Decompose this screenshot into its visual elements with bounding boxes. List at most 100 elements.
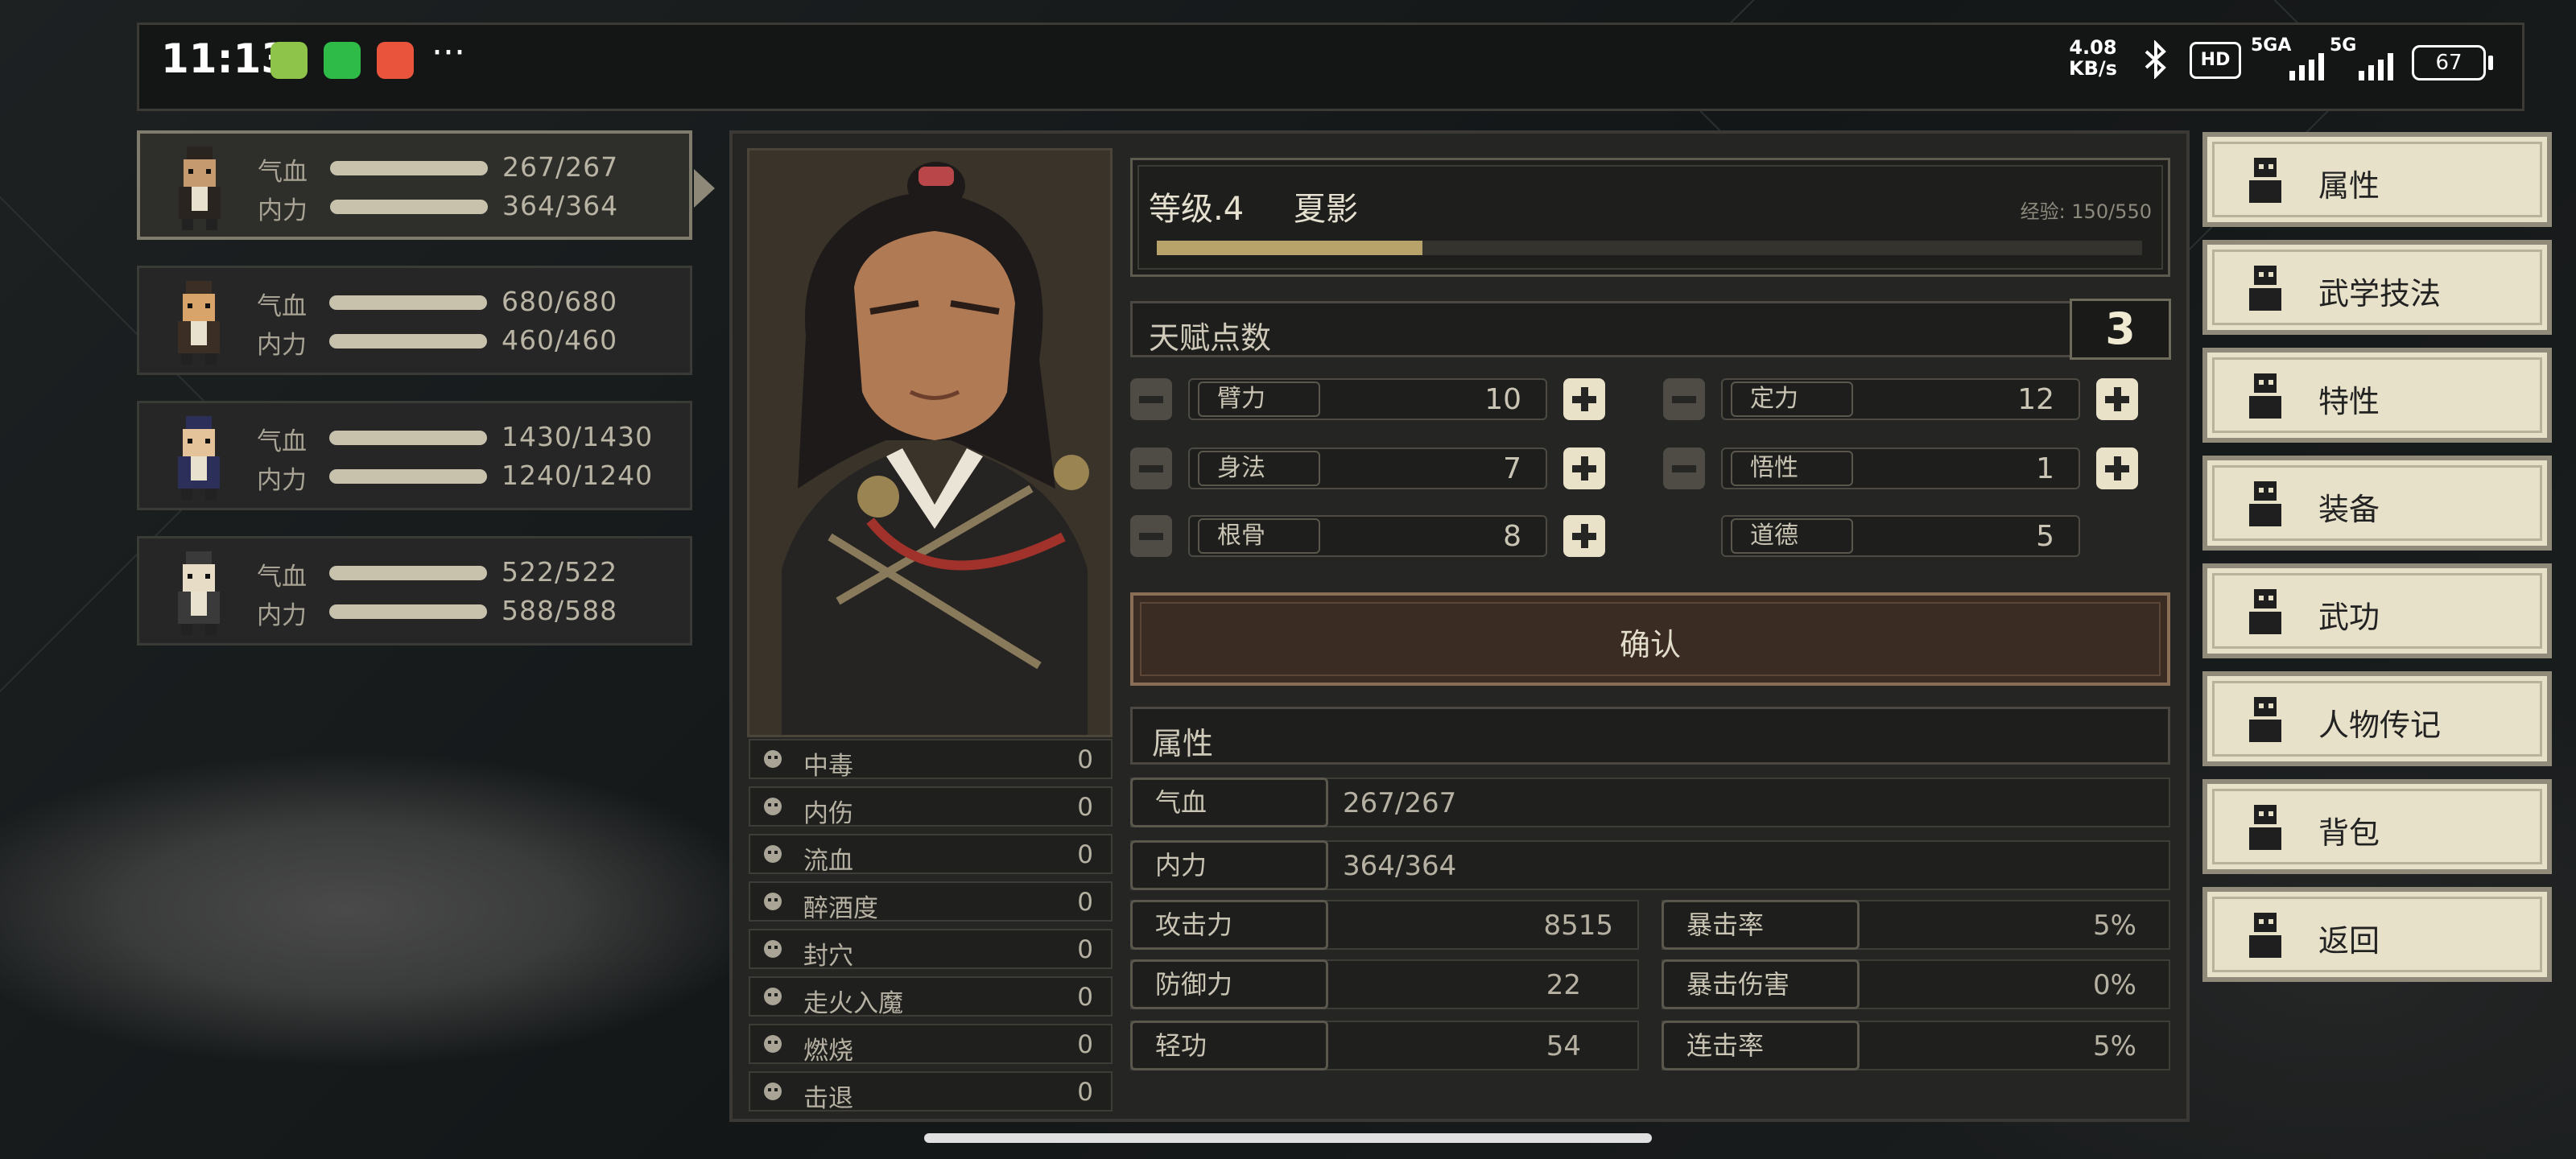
more-notifications-icon: ··· bbox=[431, 32, 465, 73]
stat-label: 暴击率 bbox=[1662, 900, 1860, 950]
attribute-field: 根骨 8 bbox=[1188, 515, 1547, 557]
party-member-avatar bbox=[178, 281, 220, 365]
party-member-card[interactable]: 气血 680/680 内力 460/460 bbox=[137, 266, 692, 375]
attribute-field: 臂力 10 bbox=[1188, 378, 1547, 420]
mp-label: 内力 bbox=[258, 196, 308, 225]
door-icon bbox=[2249, 913, 2281, 958]
bluetooth-icon bbox=[2145, 40, 2166, 79]
stat-crit-dmg-row: 暴击伤害 0% bbox=[1662, 959, 2170, 1009]
menu-button-6[interactable]: 人物传记 bbox=[2202, 671, 2552, 766]
hp-row: 气血 680/680 bbox=[257, 286, 675, 321]
menu-button-2[interactable]: 武学技法 bbox=[2202, 240, 2552, 335]
mp-value: 588/588 bbox=[502, 595, 618, 626]
character-portrait bbox=[747, 148, 1113, 737]
decrease-button[interactable] bbox=[1130, 378, 1172, 420]
party-member-avatar bbox=[178, 416, 220, 500]
mp-label: 内力 bbox=[257, 466, 307, 495]
mp-row: 内力 588/588 bbox=[257, 595, 675, 630]
stat-hp-row: 气血 267/267 bbox=[1130, 777, 2170, 827]
increase-button[interactable] bbox=[2096, 448, 2138, 489]
menu-button-3[interactable]: 特性 bbox=[2202, 348, 2552, 443]
party-member-card[interactable]: 气血 1430/1430 内力 1240/1240 bbox=[137, 401, 692, 510]
bag-icon bbox=[2249, 805, 2281, 850]
status-effect-item: 醉酒度 0 bbox=[749, 881, 1113, 923]
attribute-label: 定力 bbox=[1731, 382, 1853, 417]
home-indicator[interactable] bbox=[924, 1133, 1652, 1143]
mp-row: 内力 1240/1240 bbox=[257, 460, 675, 495]
attribute-field: 身法 7 bbox=[1188, 448, 1547, 489]
talent-points-label: 天赋点数 bbox=[1149, 320, 1272, 356]
network-speed: 4.08 KB/s bbox=[2069, 37, 2117, 79]
menu-label: 武学技法 bbox=[2318, 276, 2442, 311]
status-effect-name: 流血 bbox=[803, 847, 853, 876]
attributes-section-header: 属性 bbox=[1130, 707, 2170, 765]
hp-label: 气血 bbox=[258, 158, 308, 187]
status-effect-value: 0 bbox=[1077, 745, 1093, 774]
selected-pointer-icon bbox=[694, 169, 715, 208]
acupoint-icon bbox=[764, 940, 782, 958]
increase-button[interactable] bbox=[1563, 448, 1605, 489]
app-notification-icon bbox=[377, 42, 414, 79]
menu-label: 返回 bbox=[2318, 923, 2380, 959]
status-effect-value: 0 bbox=[1077, 1030, 1093, 1059]
attribute-value: 1 bbox=[2036, 452, 2054, 485]
signal-strength-icon bbox=[2359, 53, 2393, 80]
fire-icon bbox=[764, 1035, 782, 1053]
attribute-label: 道德 bbox=[1731, 518, 1853, 554]
attribute-label: 悟性 bbox=[1731, 451, 1853, 486]
increase-button[interactable] bbox=[1563, 515, 1605, 557]
confirm-button[interactable]: 确认 bbox=[1130, 592, 2170, 686]
decrease-button[interactable] bbox=[1130, 448, 1172, 489]
hp-label: 气血 bbox=[257, 427, 307, 456]
drunk-icon bbox=[764, 893, 782, 910]
skill-tree-icon bbox=[2249, 266, 2281, 311]
hp-bar bbox=[329, 431, 487, 445]
attribute-field: 道德 5 bbox=[1721, 515, 2080, 557]
party-member-card[interactable]: 气血 267/267 内力 364/364 bbox=[137, 130, 715, 240]
status-effect-name: 击退 bbox=[803, 1084, 853, 1113]
signal-strength-icon bbox=[2289, 53, 2324, 80]
mp-bar bbox=[330, 200, 488, 214]
exp-text: 经验: 150/550 bbox=[2020, 200, 2152, 223]
status-effect-value: 0 bbox=[1077, 888, 1093, 917]
menu-button-5[interactable]: 武功 bbox=[2202, 563, 2552, 658]
attribute-value: 12 bbox=[2017, 383, 2054, 416]
decrease-button[interactable] bbox=[1663, 378, 1705, 420]
status-bar: 11:13 ··· 4.08 KB/s HD 5GA 5G 67 bbox=[0, 0, 2576, 113]
status-effect-item: 封穴 0 bbox=[749, 929, 1113, 971]
attribute-value: 7 bbox=[1503, 452, 1521, 485]
mp-label: 内力 bbox=[257, 601, 307, 630]
stat-value: 267/267 bbox=[1343, 787, 1457, 819]
talent-points-value: 3 bbox=[2070, 299, 2171, 360]
menu-button-7[interactable]: 背包 bbox=[2202, 779, 2552, 874]
stat-value: 364/364 bbox=[1343, 850, 1457, 882]
party-member-card[interactable]: 气血 522/522 内力 588/588 bbox=[137, 536, 692, 645]
mp-label: 内力 bbox=[257, 331, 307, 360]
decrease-button[interactable] bbox=[1663, 448, 1705, 489]
mp-bar bbox=[329, 604, 487, 619]
status-effect-name: 醉酒度 bbox=[803, 894, 878, 923]
menu-button-4[interactable]: 装备 bbox=[2202, 456, 2552, 551]
stat-combo-row: 连击率 5% bbox=[1662, 1021, 2170, 1070]
status-effect-name: 中毒 bbox=[803, 752, 853, 781]
menu-label: 武功 bbox=[2318, 600, 2380, 635]
stat-label: 防御力 bbox=[1130, 959, 1328, 1009]
attribute-control: 道德 5 bbox=[1663, 514, 2178, 559]
character-portrait-art bbox=[749, 151, 1110, 735]
decrease-button[interactable] bbox=[1130, 515, 1172, 557]
increase-button[interactable] bbox=[1563, 378, 1605, 420]
menu-button-8[interactable]: 返回 bbox=[2202, 887, 2552, 982]
status-effect-value: 0 bbox=[1077, 793, 1093, 822]
hp-value: 680/680 bbox=[502, 286, 618, 317]
hp-value: 1430/1430 bbox=[502, 421, 654, 452]
mp-bar bbox=[329, 469, 487, 484]
sword-icon bbox=[2249, 481, 2281, 526]
hp-row: 气血 522/522 bbox=[257, 556, 675, 592]
increase-button[interactable] bbox=[2096, 378, 2138, 420]
stat-value: 0% bbox=[2093, 969, 2136, 1001]
blood-icon bbox=[764, 845, 782, 863]
menu-button-1[interactable]: 属性 bbox=[2202, 132, 2552, 227]
stat-attack-row: 攻击力 8515 bbox=[1130, 900, 1639, 950]
stat-label: 内力 bbox=[1130, 840, 1328, 890]
attribute-control: 定力 12 bbox=[1663, 377, 2178, 422]
